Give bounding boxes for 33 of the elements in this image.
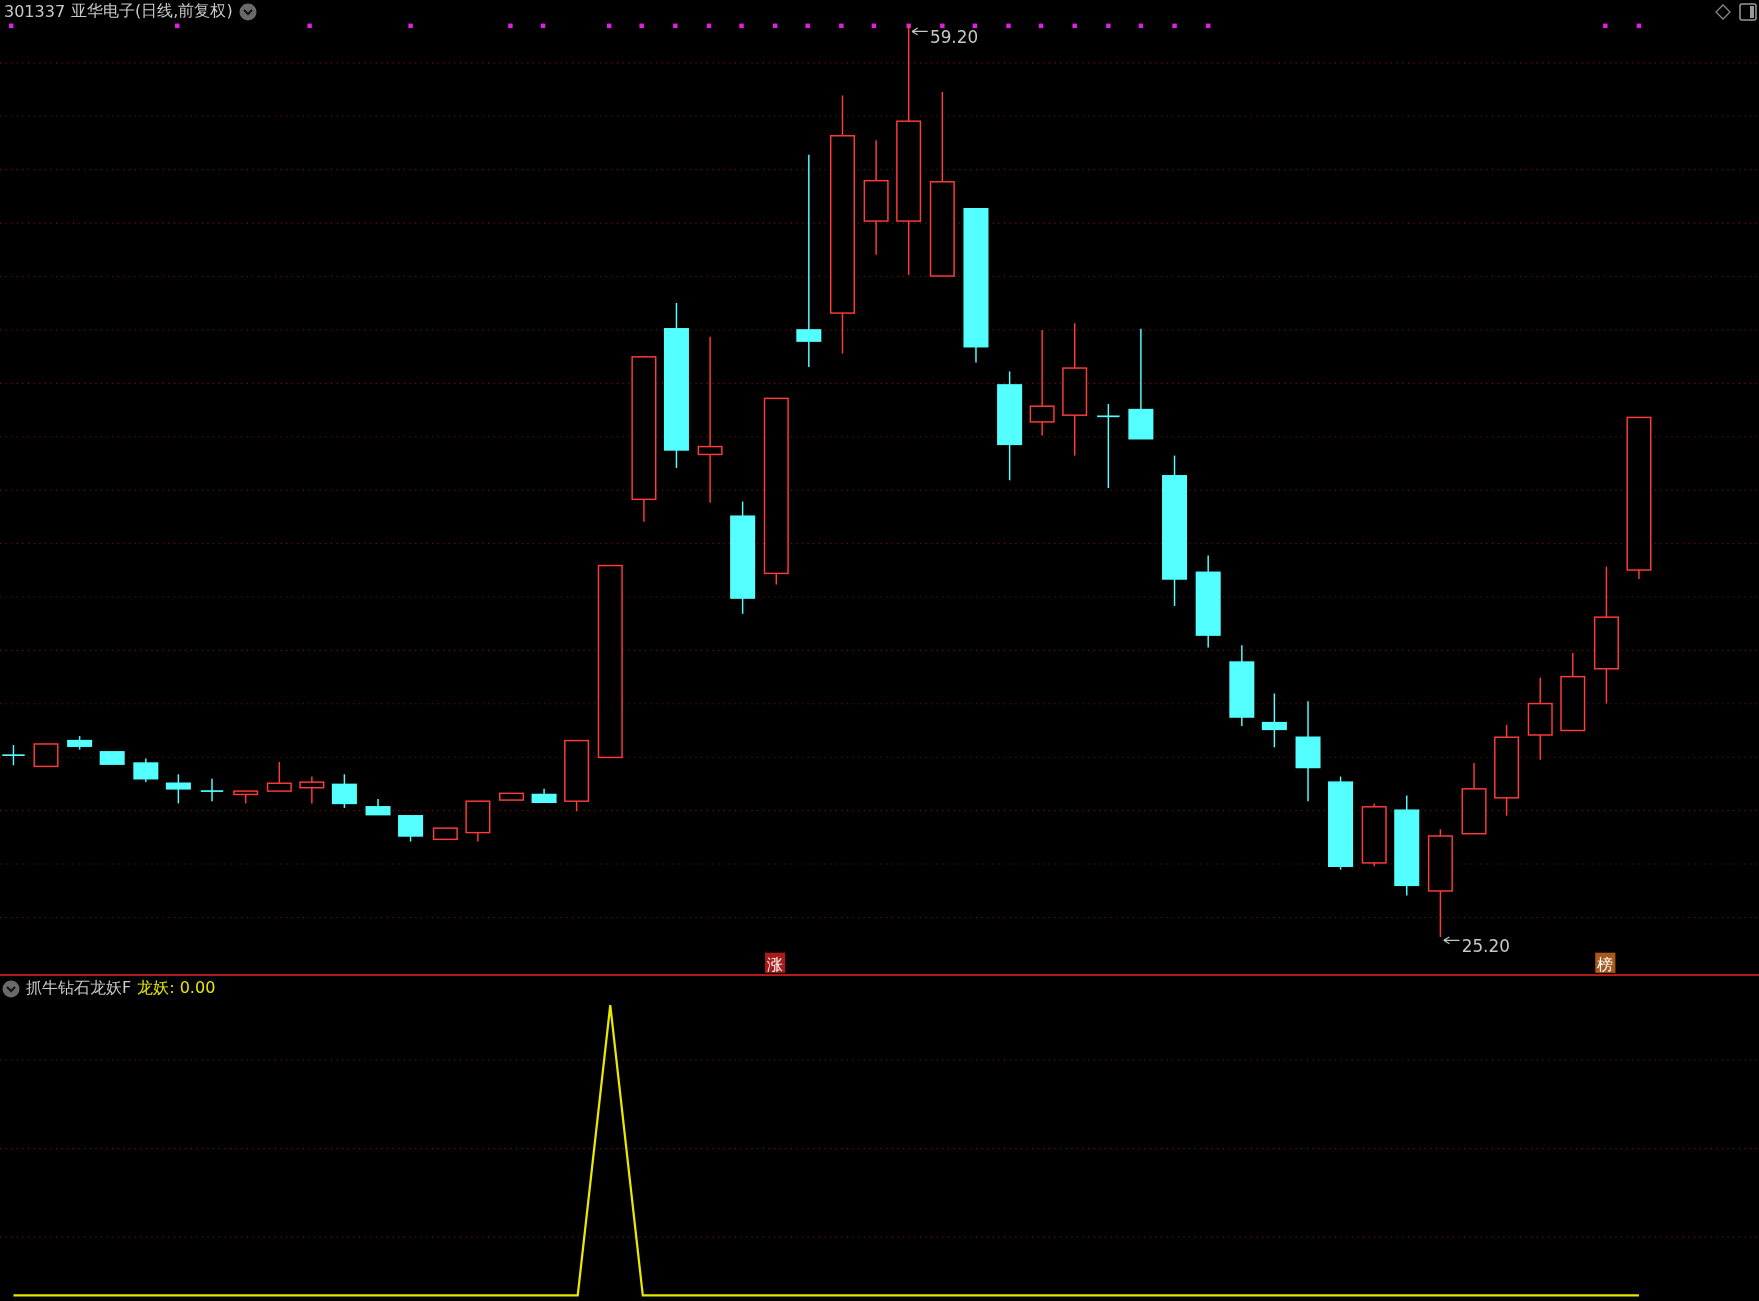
- candlestick: [299, 775, 325, 805]
- indicator-value: 龙妖: 0.00: [137, 978, 216, 999]
- arrow-icon: [1443, 936, 1461, 945]
- candlestick: [266, 761, 292, 792]
- arrow-icon: [911, 27, 929, 36]
- candlestick: [133, 757, 159, 783]
- panel-toggle-icon[interactable]: [1739, 3, 1757, 21]
- candlestick: [233, 790, 259, 805]
- dropdown-icon[interactable]: [238, 2, 257, 21]
- indicator-title: 抓牛钻石龙妖F: [26, 978, 132, 999]
- signal-tag: 榜: [1595, 952, 1616, 974]
- candlestick: [199, 778, 225, 802]
- candlestick: [67, 735, 93, 751]
- candlestick: [531, 788, 557, 804]
- candlestick: [398, 815, 424, 843]
- candlestick: [1, 744, 26, 766]
- candlestick: [465, 800, 491, 843]
- candlestick: [99, 751, 125, 765]
- candlestick: [1361, 802, 1387, 867]
- price-label: 59.20: [930, 26, 979, 47]
- price-label: 25.20: [1461, 935, 1510, 956]
- candlestick: [499, 792, 525, 801]
- stock-title: 亚华电子(日线,前复权): [71, 1, 233, 22]
- candlestick: [165, 773, 191, 805]
- candlestick: [331, 773, 357, 809]
- candlestick: [432, 827, 458, 841]
- candlestick: [1261, 692, 1287, 749]
- candlestick: [365, 798, 391, 816]
- signal-tag: 涨: [765, 952, 786, 974]
- stock-symbol: 301337: [4, 2, 66, 21]
- diamond-icon[interactable]: [1715, 4, 1731, 20]
- collapse-icon[interactable]: [2, 979, 20, 998]
- candlestick: [33, 743, 59, 768]
